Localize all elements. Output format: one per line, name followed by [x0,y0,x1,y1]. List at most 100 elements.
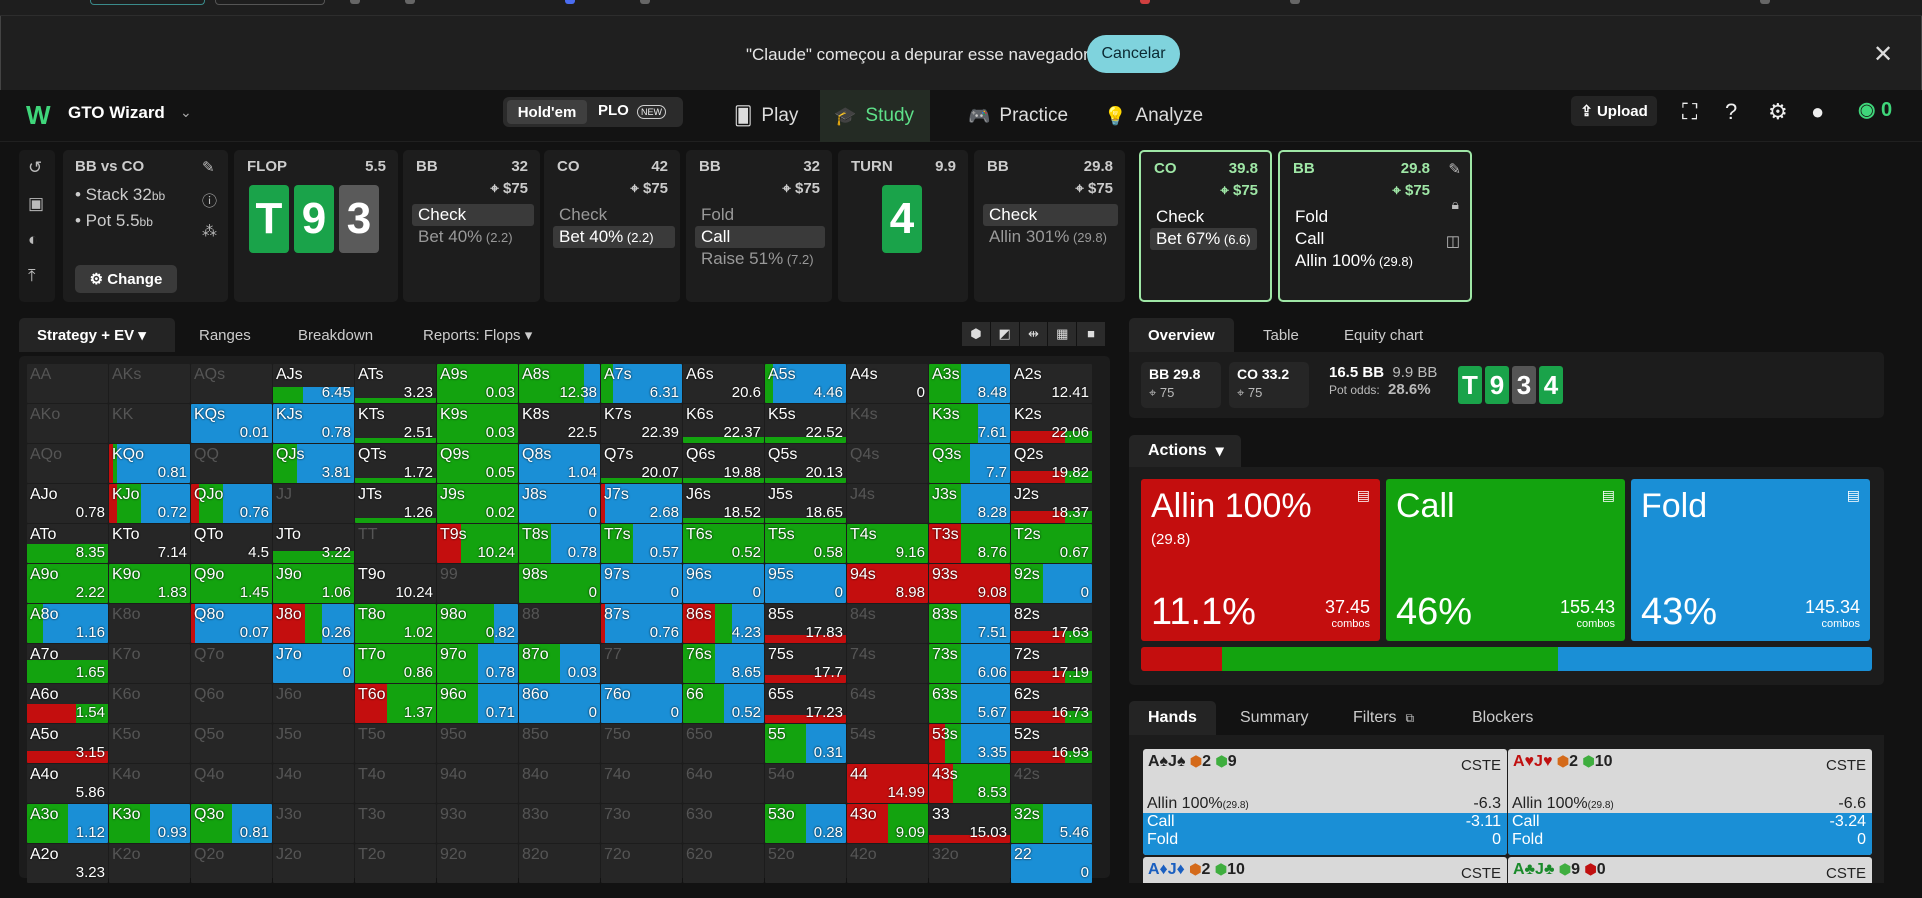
hand-cell[interactable]: 43o 9.09 [847,804,928,843]
hand-cell[interactable]: K2o [109,844,190,883]
node-action[interactable]: Check [983,204,1118,226]
hand-cell[interactable]: J8o 0.26 [273,604,354,643]
hand-cell[interactable]: 54o [765,764,846,803]
hand-cell[interactable]: Q2s 19.82 [1011,444,1092,483]
hand-cell[interactable]: T2s 0.67 [1011,524,1092,563]
help-icon[interactable]: ? [1725,99,1737,125]
hand-cell[interactable]: Q6o [191,684,272,723]
node-action[interactable]: Call [1289,228,1330,250]
hand-cell[interactable]: J7o 0 [273,644,354,683]
hand-cell[interactable]: K4s [847,404,928,443]
brand-name[interactable]: GTO Wizard [68,103,165,123]
hand-cell[interactable]: K3s 7.61 [929,404,1010,443]
hand-cell[interactable]: AKo [27,404,108,443]
bookmark-icon[interactable] [640,0,650,4]
hand-cell[interactable]: J3o [273,804,354,843]
hand-cell[interactable]: 86o 0 [519,684,600,723]
node-action[interactable]: Raise 51% (7.2) [695,248,820,270]
hand-cell[interactable]: 96o 0.71 [437,684,518,723]
action-node-3[interactable]: BB 32 ⌖ $75 Fold Call Raise 51% (7.2) [686,150,832,302]
hand-cell[interactable]: A5o 3.15 [27,724,108,763]
hand-cell[interactable]: 88 [519,604,600,643]
hand-cell[interactable]: 64s [847,684,928,723]
nav-study[interactable]: 🎓 Study [820,90,931,142]
hand-cell[interactable]: T4s 9.16 [847,524,928,563]
cluster-icon[interactable]: ⁂ [202,222,222,240]
node-action[interactable]: Check [1150,206,1210,228]
bookmark-icon[interactable] [350,0,360,4]
user-score[interactable]: ◉ 0 [1858,97,1892,122]
hand-cell[interactable]: J2o [273,844,354,883]
hand-cell[interactable]: 98s 0 [519,564,600,603]
hand-cell[interactable]: 96s 0 [683,564,764,603]
nav-practice[interactable]: 🎮 Practice [954,90,1082,142]
action-node-5[interactable]: CO 39.8 ⌖ $75 Check Bet 67% (6.6) [1139,150,1272,302]
hand-cell[interactable]: T4o [355,764,436,803]
hand-cell[interactable]: A7s 6.31 [601,364,682,403]
tab-strategy-ev[interactable]: Strategy + EV ▾ [19,318,175,352]
hand-cell[interactable]: 76o 0 [601,684,682,723]
hand-cell[interactable]: 33 15.03 [929,804,1010,843]
hand-cell[interactable]: Q7o [191,644,272,683]
hand-cell[interactable]: QTo 4.5 [191,524,272,563]
actions-dropdown[interactable]: Actions ▾ [1129,435,1241,467]
turn-node[interactable]: TURN 9.9 4 [838,150,968,302]
bookmark-icon[interactable] [1140,0,1150,4]
node-action[interactable]: Allin 100% (29.8) [1289,250,1419,272]
node-action[interactable]: Fold [1289,206,1334,228]
hand-cell[interactable]: 42o [847,844,928,883]
hand-cell[interactable]: 63o [683,804,764,843]
hand-cell[interactable]: Q5s 20.13 [765,444,846,483]
tab-hands[interactable]: Hands [1129,701,1216,735]
action-node-4[interactable]: BB 29.8 ⌖ $75 Check Allin 301% (29.8) [974,150,1125,302]
node-action[interactable]: Fold [695,204,740,226]
change-spot-button[interactable]: ⚙ Change [75,265,177,293]
hand-cell[interactable]: ATo 8.35 [27,524,108,563]
hand-cell[interactable]: 76s 8.65 [683,644,764,683]
hand-cell[interactable]: K9s 0.03 [437,404,518,443]
hand-cell[interactable]: K6o [109,684,190,723]
hand-cell[interactable]: A3o 1.12 [27,804,108,843]
holdem-toggle[interactable]: Hold'em [507,100,587,124]
hand-cell[interactable]: K6s 22.37 [683,404,764,443]
bookmark-icon[interactable] [1290,0,1300,4]
hand-cell[interactable]: 94s 8.98 [847,564,928,603]
lock-icon[interactable]: 🔒︎ [1452,196,1459,213]
tab-reports[interactable]: Reports: Flops ▾ [423,318,532,352]
hand-cell[interactable]: K8s 22.5 [519,404,600,443]
hand-cell[interactable]: AQo [27,444,108,483]
hand-cell[interactable]: J7s 2.68 [601,484,682,523]
browser-tab[interactable] [90,0,205,5]
hand-cell[interactable]: J9o 1.06 [273,564,354,603]
hand-cell[interactable]: KTo 7.14 [109,524,190,563]
hand-cell[interactable]: K4o [109,764,190,803]
hand-cell[interactable]: Q9s 0.05 [437,444,518,483]
hand-cell[interactable]: KTs 2.51 [355,404,436,443]
hand-cell[interactable]: 84s [847,604,928,643]
hand-cell[interactable]: KK [109,404,190,443]
action-box-fold[interactable]: Fold 43% 145.34 combos ▤ [1631,479,1870,641]
hand-cell[interactable]: JTo 3.22 [273,524,354,563]
hand-cell[interactable]: A4s 0 [847,364,928,403]
action-node-1[interactable]: BB 32 ⌖ $75 Check Bet 40% (2.2) [403,150,540,302]
undo-icon[interactable]: ↺ [28,158,42,178]
hand-card[interactable]: A♦J♦ ⬢2 ⬢10 CSTE [1143,857,1507,883]
hand-cell[interactable]: Q8s 1.04 [519,444,600,483]
hand-cell[interactable]: 54s [847,724,928,763]
hand-cell[interactable]: 22 0 [1011,844,1092,883]
hand-cell[interactable]: 92s 0 [1011,564,1092,603]
hand-cell[interactable]: K5s 22.52 [765,404,846,443]
details-icon[interactable]: ▤ [1357,487,1370,504]
hand-cell[interactable]: A2s 12.41 [1011,364,1092,403]
hand-cell[interactable]: J8s 0 [519,484,600,523]
hand-cell[interactable]: T7o 0.86 [355,644,436,683]
tab-breakdown[interactable]: Breakdown [298,318,373,352]
hand-cell[interactable]: 44 14.99 [847,764,928,803]
hand-cell[interactable]: 82s 17.63 [1011,604,1092,643]
hand-cell[interactable]: 63s 5.67 [929,684,1010,723]
action-box-allin[interactable]: Allin 100% (29.8) 11.1% 37.45 combos ▤ [1141,479,1380,641]
hand-cell[interactable]: 32o [929,844,1010,883]
hand-cell[interactable]: 93o [437,804,518,843]
hand-cell[interactable]: 83s 7.51 [929,604,1010,643]
hand-cell[interactable]: 74o [601,764,682,803]
